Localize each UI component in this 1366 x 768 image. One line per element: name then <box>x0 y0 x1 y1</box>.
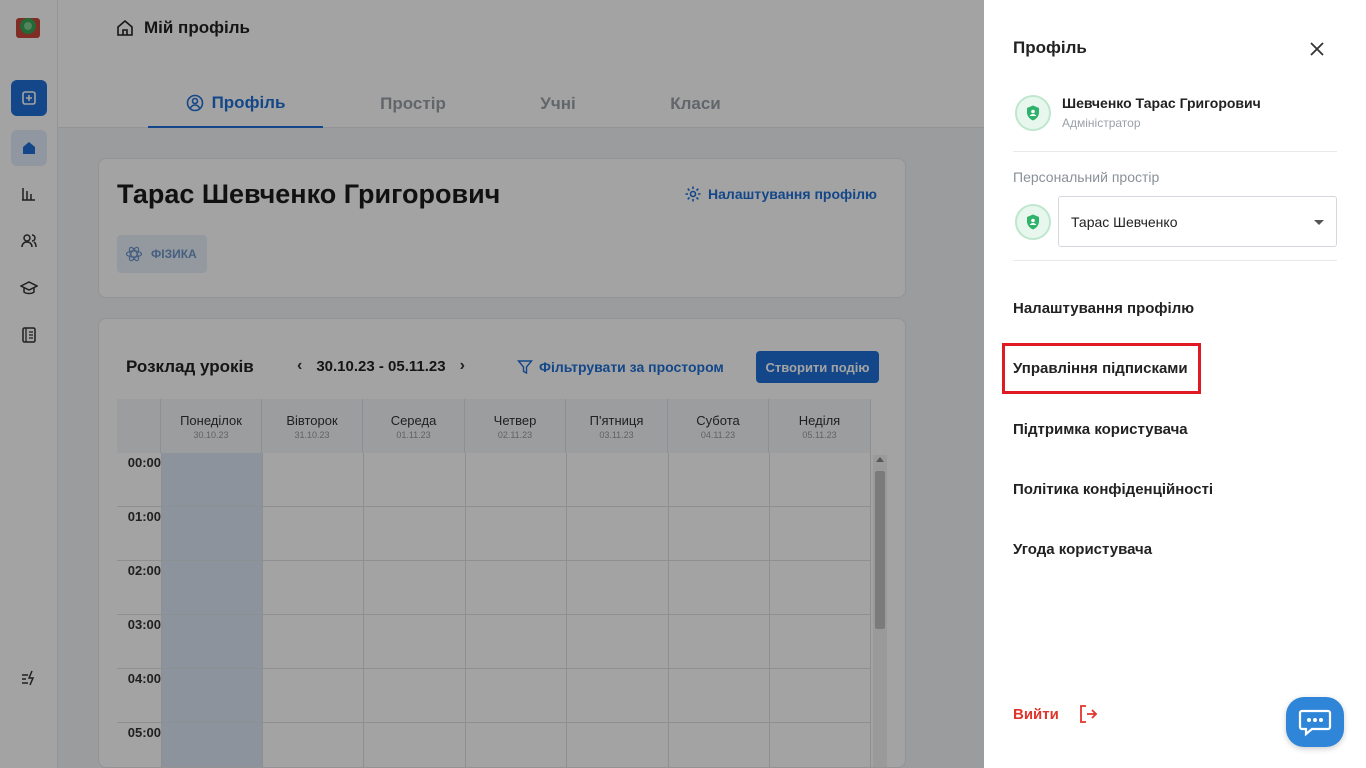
modal-backdrop[interactable] <box>0 0 984 768</box>
personal-space-label: Персональний простір <box>1013 169 1160 185</box>
user-role: Адміністратор <box>1062 116 1141 130</box>
chat-bubble-icon <box>1298 709 1332 737</box>
menu-subscriptions[interactable]: Управління підписками <box>1013 360 1188 377</box>
chat-support-button[interactable] <box>1286 697 1344 747</box>
caret-down-icon <box>1314 220 1324 225</box>
close-icon[interactable] <box>1306 38 1328 60</box>
shield-icon <box>1015 204 1051 240</box>
profile-drawer: Профіль Шевченко Тарас Григорович Адміні… <box>984 0 1366 768</box>
divider <box>1013 260 1337 261</box>
menu-user-agreement[interactable]: Угода користувача <box>1013 541 1152 558</box>
menu-user-support[interactable]: Підтримка користувача <box>1013 421 1188 438</box>
personal-space-select[interactable]: Тарас Шевченко <box>1058 196 1337 247</box>
divider <box>1013 151 1337 152</box>
menu-profile-settings[interactable]: Налаштування профілю <box>1013 300 1194 317</box>
user-name: Шевченко Тарас Григорович <box>1062 95 1261 111</box>
logout-icon <box>1079 705 1098 723</box>
shield-icon <box>1015 95 1051 131</box>
menu-privacy-policy[interactable]: Політика конфіденційності <box>1013 481 1213 498</box>
logout-button[interactable]: Вийти <box>1013 703 1099 725</box>
drawer-title: Профіль <box>1013 38 1087 57</box>
